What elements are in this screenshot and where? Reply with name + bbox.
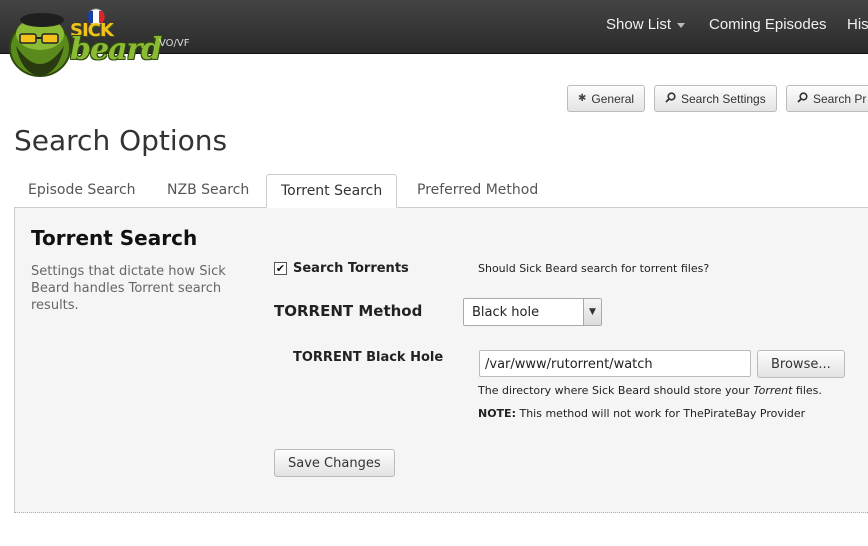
save-changes-button[interactable]: Save Changes — [274, 449, 395, 477]
logo-text-beard: beard — [70, 32, 162, 67]
general-button[interactable]: ✱ General — [567, 85, 646, 112]
black-hole-help: The directory where Sick Beard should st… — [478, 384, 822, 397]
torrent-search-panel: Torrent Search Settings that dictate how… — [14, 207, 868, 513]
nav-coming-episodes[interactable]: Coming Episodes — [709, 16, 827, 33]
page-title: Search Options — [14, 124, 228, 157]
torrent-method-value: Black hole — [472, 305, 540, 320]
gear-icon: ✱ — [578, 93, 587, 104]
search-torrents-label: Search Torrents — [293, 261, 409, 276]
section-title: Torrent Search — [31, 226, 198, 250]
tab-nzb-search[interactable]: NZB Search — [153, 174, 263, 208]
search-torrents-help: Should Sick Beard search for torrent fil… — [478, 262, 710, 275]
sick-beard-logo[interactable]: SICK beard — [6, 4, 162, 78]
search-settings-button[interactable]: Search Settings — [654, 85, 777, 112]
nav-history[interactable]: His — [847, 16, 868, 33]
search-icon — [665, 91, 676, 106]
search-providers-label: Search Pr — [813, 91, 867, 106]
torrent-black-hole-input[interactable]: /var/www/rutorrent/watch — [479, 350, 751, 377]
black-hole-help-text: The directory where Sick Beard should st… — [478, 384, 754, 397]
browse-button[interactable]: Browse... — [757, 350, 845, 378]
nav-show-list-label: Show List — [606, 16, 672, 33]
torrent-method-label: TORRENT Method — [274, 302, 423, 320]
search-providers-button[interactable]: Search Pr — [786, 85, 868, 112]
tab-preferred-method[interactable]: Preferred Method — [403, 174, 552, 208]
section-description: Settings that dictate how Sick Beard han… — [31, 264, 226, 313]
nav-show-list[interactable]: Show List — [606, 16, 686, 33]
search-icon — [797, 91, 808, 106]
general-button-label: General — [591, 91, 635, 106]
torrent-method-select[interactable]: Black hole ▼ — [463, 298, 602, 326]
note-label: NOTE: — [478, 407, 516, 420]
search-torrents-checkbox[interactable]: ✔ — [274, 262, 287, 275]
black-hole-help-em: Torrent — [753, 384, 793, 397]
tab-episode-search[interactable]: Episode Search — [14, 174, 150, 208]
chevron-down-icon — [677, 22, 686, 28]
tab-torrent-search[interactable]: Torrent Search — [266, 174, 398, 208]
torrent-black-hole-label: TORRENT Black Hole — [293, 350, 444, 365]
black-hole-help-end: files. — [792, 384, 822, 397]
chevron-down-icon: ▼ — [583, 299, 601, 325]
black-hole-note: NOTE: This method will not work for TheP… — [478, 407, 805, 420]
note-text: This method will not work for ThePirateB… — [515, 407, 806, 420]
logo-subtitle: VO/VF — [159, 38, 190, 49]
search-settings-label: Search Settings — [681, 91, 766, 106]
